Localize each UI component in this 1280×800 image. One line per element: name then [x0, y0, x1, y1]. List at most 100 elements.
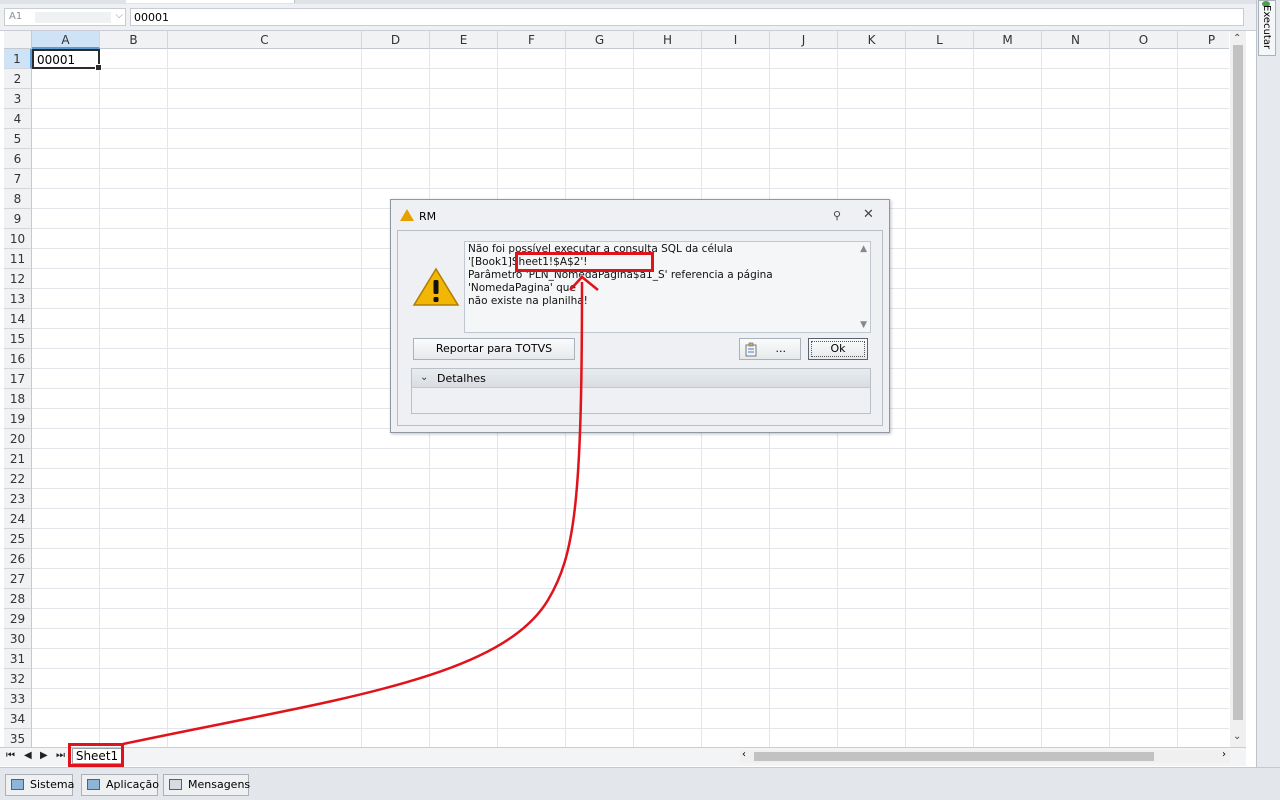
vertical-scrollbar[interactable]: ⌃ ⌄: [1230, 31, 1246, 747]
row-header[interactable]: 28: [4, 589, 32, 609]
row-header[interactable]: 5: [4, 129, 32, 149]
column-header[interactable]: O: [1110, 31, 1178, 49]
row-header[interactable]: 2: [4, 69, 32, 89]
last-sheet-icon[interactable]: ⏭: [56, 750, 65, 761]
row-header[interactable]: 30: [4, 629, 32, 649]
row-header[interactable]: 23: [4, 489, 32, 509]
horizontal-scrollbar[interactable]: ‹ ›: [740, 749, 1230, 763]
close-icon[interactable]: ✕: [863, 207, 874, 222]
execute-button[interactable]: Executar: [1258, 0, 1276, 56]
active-cell[interactable]: 00001: [32, 49, 102, 71]
row-header[interactable]: 32: [4, 669, 32, 689]
row-header[interactable]: 9: [4, 209, 32, 229]
column-header[interactable]: G: [566, 31, 634, 49]
row-header[interactable]: 18: [4, 389, 32, 409]
row-header[interactable]: 6: [4, 149, 32, 169]
ok-focus-ring: [811, 341, 865, 357]
row-header[interactable]: 7: [4, 169, 32, 189]
row-header[interactable]: 34: [4, 709, 32, 729]
column-header[interactable]: E: [430, 31, 498, 49]
scroll-left-icon[interactable]: ‹: [742, 749, 746, 760]
row-header[interactable]: 35: [4, 729, 32, 748]
status-bar: Sistema Aplicação Mensagens: [0, 767, 1280, 800]
row-header[interactable]: 11: [4, 249, 32, 269]
next-sheet-icon[interactable]: ▶: [40, 750, 48, 761]
chevron-down-icon[interactable]: ⌄: [420, 372, 428, 383]
column-header[interactable]: I: [702, 31, 770, 49]
row-header[interactable]: 3: [4, 89, 32, 109]
row-header[interactable]: 16: [4, 349, 32, 369]
pin-icon[interactable]: ⚲: [833, 209, 841, 222]
row-header[interactable]: 21: [4, 449, 32, 469]
more-button[interactable]: ...: [739, 338, 801, 360]
row-header[interactable]: 8: [4, 189, 32, 209]
row-header[interactable]: 4: [4, 109, 32, 129]
column-header[interactable]: A: [32, 31, 100, 49]
column-header[interactable]: J: [770, 31, 838, 49]
column-gridline: [99, 49, 100, 748]
status-tab-sistema[interactable]: Sistema: [5, 774, 75, 796]
row-header[interactable]: 29: [4, 609, 32, 629]
prev-sheet-icon[interactable]: ◀: [24, 750, 32, 761]
column-header[interactable]: N: [1042, 31, 1110, 49]
status-tab-mensagens[interactable]: Mensagens: [163, 774, 251, 796]
status-tab-label: Sistema: [30, 778, 75, 791]
horizontal-scroll-thumb[interactable]: [754, 752, 1154, 761]
column-header[interactable]: P: [1178, 31, 1229, 49]
column-header[interactable]: M: [974, 31, 1042, 49]
column-header[interactable]: H: [634, 31, 702, 49]
row-header[interactable]: 17: [4, 369, 32, 389]
row-header[interactable]: 26: [4, 549, 32, 569]
column-header[interactable]: C: [168, 31, 362, 49]
scroll-down-icon[interactable]: ▼: [860, 320, 867, 330]
formula-value: 00001: [134, 11, 169, 24]
scroll-down-icon[interactable]: ⌄: [1233, 731, 1241, 742]
name-box-field: [35, 12, 111, 23]
row-header[interactable]: 15: [4, 329, 32, 349]
fill-handle[interactable]: [95, 64, 102, 71]
column-gridline: [1041, 49, 1042, 748]
status-tab-aplicacao[interactable]: Aplicação: [81, 774, 159, 796]
column-gridline: [1109, 49, 1110, 748]
row-header[interactable]: 19: [4, 409, 32, 429]
details-label: Detalhes: [437, 372, 486, 385]
scroll-up-icon[interactable]: ⌃: [1233, 33, 1241, 44]
row-header[interactable]: 13: [4, 289, 32, 309]
row-header[interactable]: 20: [4, 429, 32, 449]
select-all-corner[interactable]: [4, 31, 32, 49]
report-totvs-button[interactable]: Reportar para TOTVS: [413, 338, 575, 360]
column-header[interactable]: L: [906, 31, 974, 49]
status-tab-label: Aplicação: [106, 778, 159, 791]
top-tab[interactable]: [126, 0, 295, 3]
row-header[interactable]: 14: [4, 309, 32, 329]
row-header[interactable]: 1: [4, 49, 32, 69]
status-tab-label: Mensagens: [188, 778, 251, 791]
row-header[interactable]: 25: [4, 529, 32, 549]
column-gridline: [167, 49, 168, 748]
row-header[interactable]: 27: [4, 569, 32, 589]
column-header[interactable]: F: [498, 31, 566, 49]
name-box-value: A1: [9, 11, 23, 22]
row-header[interactable]: 12: [4, 269, 32, 289]
name-box[interactable]: A1 ⌵: [4, 8, 126, 26]
ok-button[interactable]: Ok: [808, 338, 868, 360]
column-gridline: [1177, 49, 1178, 748]
dialog-title-bar[interactable]: RM ⚲ ✕: [391, 200, 889, 230]
formula-input[interactable]: 00001: [130, 8, 1244, 26]
sheet-tab-highlight-box: [68, 743, 124, 767]
column-header[interactable]: K: [838, 31, 906, 49]
right-panel-strip: [1256, 0, 1280, 770]
vertical-scroll-thumb[interactable]: [1233, 45, 1243, 720]
row-header[interactable]: 22: [4, 469, 32, 489]
row-header[interactable]: 24: [4, 509, 32, 529]
column-header[interactable]: B: [100, 31, 168, 49]
chevron-down-icon[interactable]: ⌵: [115, 10, 123, 21]
row-header[interactable]: 31: [4, 649, 32, 669]
details-header[interactable]: ⌄ Detalhes: [412, 369, 870, 388]
scroll-up-icon[interactable]: ▲: [860, 244, 867, 254]
column-header[interactable]: D: [362, 31, 430, 49]
first-sheet-icon[interactable]: ⏮: [6, 750, 15, 761]
row-header[interactable]: 33: [4, 689, 32, 709]
row-header[interactable]: 10: [4, 229, 32, 249]
scroll-right-icon[interactable]: ›: [1222, 749, 1226, 760]
